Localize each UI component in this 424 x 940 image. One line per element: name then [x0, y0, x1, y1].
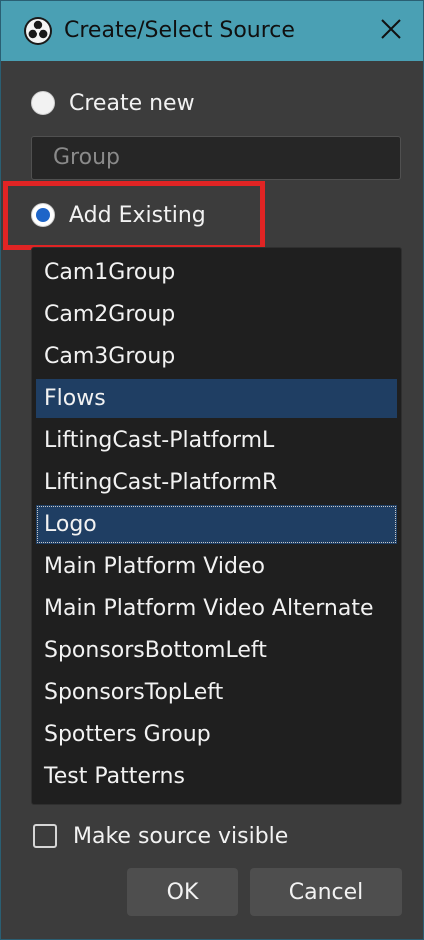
create-new-option[interactable]: Create new — [31, 87, 195, 119]
source-name-input[interactable]: Group — [31, 136, 401, 180]
list-item[interactable]: SponsorsBottomLeft — [36, 631, 397, 670]
existing-sources-list[interactable]: Cam1Group Cam2Group Cam3Group Flows LiftingC… — [31, 247, 402, 805]
close-button[interactable] — [373, 13, 409, 49]
create-select-source-dialog: Create/Select Source Create new Group Ad… — [0, 0, 424, 940]
list-item[interactable]: SponsorsTopLeft — [36, 673, 397, 712]
make-source-visible-option[interactable]: Make source visible — [33, 821, 288, 851]
make-source-visible-label: Make source visible — [73, 823, 289, 849]
create-new-radio[interactable] — [31, 91, 55, 115]
list-item[interactable]: Cam1Group — [36, 253, 397, 292]
add-existing-label: Add Existing — [69, 202, 206, 228]
list-item[interactable]: Cam2Group — [36, 295, 397, 334]
obs-logo-icon — [23, 16, 53, 46]
create-new-label: Create new — [69, 90, 195, 116]
list-item[interactable]: Logo — [36, 505, 397, 544]
list-item[interactable]: Main Platform Video Alternate — [36, 589, 397, 628]
add-existing-option[interactable]: Add Existing — [31, 199, 206, 231]
list-item[interactable]: Cam3Group — [36, 337, 397, 376]
list-item[interactable]: LiftingCast-PlatformR — [36, 463, 397, 502]
list-item[interactable]: Spotters Group — [36, 715, 397, 754]
ok-button[interactable]: OK — [127, 868, 238, 916]
list-item[interactable]: Flows — [36, 379, 397, 418]
list-item[interactable]: Test Patterns — [36, 757, 397, 796]
add-existing-radio[interactable] — [31, 203, 55, 227]
close-icon — [380, 18, 402, 44]
title-bar[interactable]: Create/Select Source — [1, 1, 423, 61]
window-title: Create/Select Source — [64, 18, 295, 43]
cancel-button[interactable]: Cancel — [250, 868, 402, 916]
list-item[interactable]: Main Platform Video — [36, 547, 397, 586]
list-item[interactable]: LiftingCast-PlatformL — [36, 421, 397, 460]
make-source-visible-checkbox[interactable] — [33, 824, 57, 848]
